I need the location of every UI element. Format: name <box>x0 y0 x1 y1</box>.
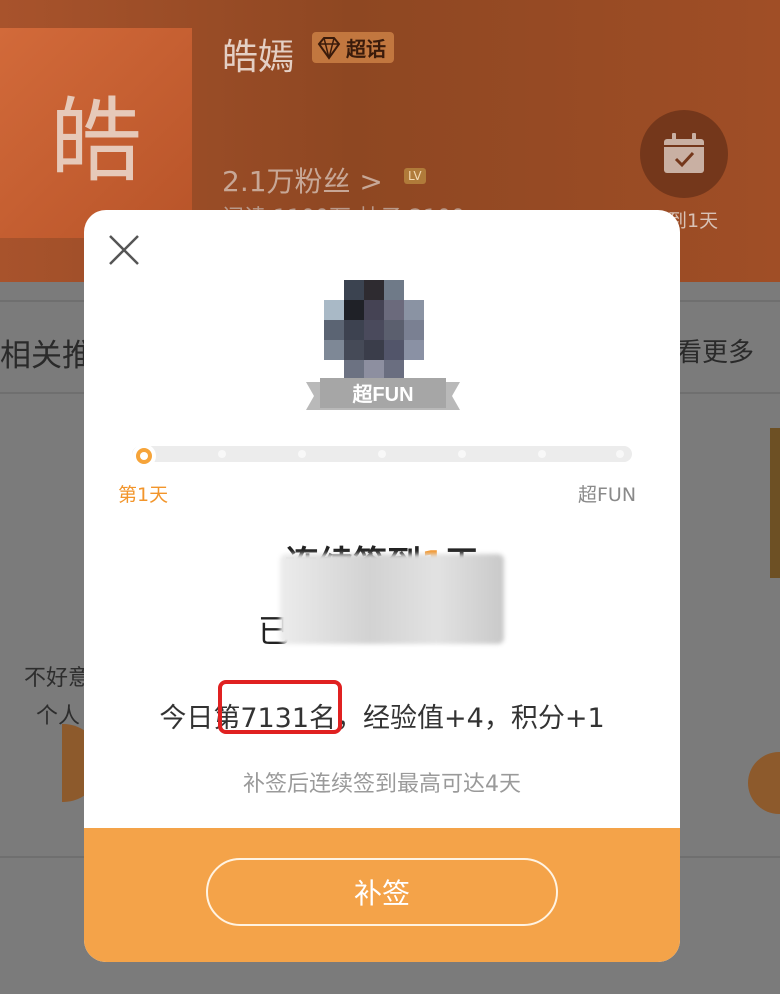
fan-ribbon-label: 超FUN <box>352 384 414 406</box>
super-topic-badge-label: 超话 <box>346 37 386 61</box>
topic-name: 皓嫣 <box>222 37 295 78</box>
super-topic-badge: 超话 <box>312 32 394 63</box>
see-more-link[interactable]: 看更多 <box>676 332 754 369</box>
progress-dot <box>616 450 624 458</box>
rank-highlight-box <box>218 680 342 734</box>
checkin-button[interactable] <box>640 110 728 198</box>
rank-reward-text: 今日第7131名，经验值+4，积分+1 <box>159 703 605 734</box>
checkin-modal: 超FUN 第1天 超FUN 连续签到1天 已 今日第7131名，经验值+4，积分… <box>84 210 680 962</box>
modal-footer: 补签 <box>84 828 680 962</box>
card-text: 不好意 <box>24 666 91 691</box>
topic-avatar-char: 皓 <box>49 87 142 195</box>
progress-dot <box>218 450 226 458</box>
card-image[interactable] <box>770 428 780 578</box>
progress-current-marker <box>132 444 156 468</box>
related-section-title: 相关推 <box>0 338 93 374</box>
redacted-area <box>280 554 504 644</box>
progress-dot <box>538 450 546 458</box>
fans-count-link[interactable]: 2.1万粉丝 > <box>222 160 383 200</box>
close-icon[interactable] <box>106 232 142 268</box>
progress-dot <box>458 450 466 458</box>
level-badge: LV <box>404 168 426 184</box>
makeup-checkin-button[interactable]: 补签 <box>206 858 558 926</box>
progress-end-label: 超FUN <box>578 484 637 506</box>
diamond-icon <box>317 36 341 60</box>
progress-dot <box>298 450 306 458</box>
calendar-check-icon <box>664 133 704 173</box>
makeup-hint-text: 补签后连续签到最高可达4天 <box>243 772 521 797</box>
topic-avatar[interactable]: 皓 <box>0 28 192 238</box>
progress-start-label: 第1天 <box>118 484 169 506</box>
progress-dot <box>378 450 386 458</box>
